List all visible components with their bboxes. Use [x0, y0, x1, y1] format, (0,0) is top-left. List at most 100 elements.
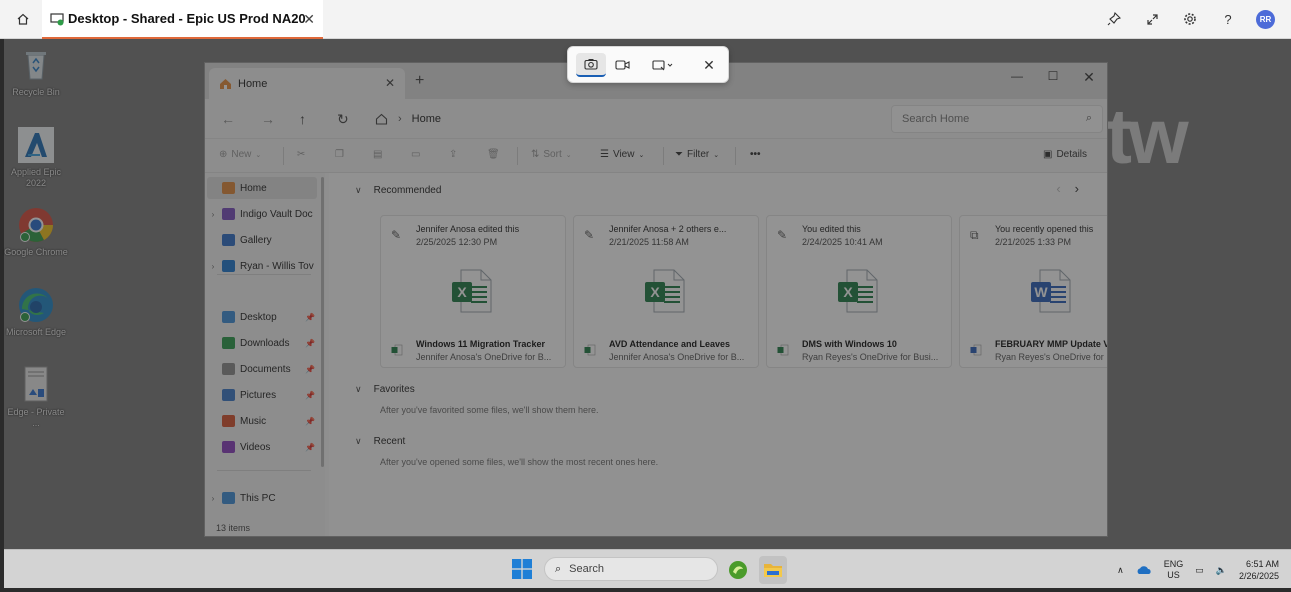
video-icon[interactable] — [608, 53, 636, 77]
taskbar: ⌕ Search ∧ ENG US ▭ 🔈 6:51 AM 2/26/2025 — [4, 549, 1291, 588]
search-input[interactable]: Search Home ⌕ — [891, 105, 1103, 133]
favorites-header[interactable]: ∨ Favorites — [355, 384, 415, 395]
desktop-icon-chrome[interactable]: Google Chrome — [4, 205, 68, 258]
rectangle-snip-icon[interactable] — [646, 53, 680, 77]
card-file-location: Ryan Reyes's OneDrive for Busi... — [802, 352, 939, 362]
details-button[interactable]: ▣ Details — [1043, 149, 1087, 160]
card-timestamp: 2/21/2025 11:58 AM — [609, 237, 689, 247]
volume-icon[interactable]: 🔈 — [1216, 565, 1227, 576]
sidebar-item-label: Pictures — [240, 389, 277, 401]
sidebar-item[interactable]: Videos 📌 — [207, 436, 317, 458]
tab-home[interactable]: Home ✕ — [209, 68, 405, 99]
onedrive-icon[interactable] — [1136, 565, 1152, 575]
host-home-icon[interactable] — [8, 6, 38, 32]
sidebar-item[interactable]: Desktop 📌 — [207, 306, 317, 328]
section-title: Recommended — [373, 185, 442, 196]
copy-icon[interactable]: ❐ — [335, 149, 344, 160]
help-icon[interactable]: ? — [1218, 9, 1238, 29]
more-options-button[interactable]: ••• — [750, 149, 761, 160]
sidebar-item[interactable]: › This PC — [207, 487, 317, 509]
network-icon[interactable]: ▭ — [1195, 565, 1204, 576]
view-button[interactable]: ☰ View ⌄ — [600, 149, 644, 160]
divider — [735, 147, 736, 165]
sidebar-item[interactable]: Home — [207, 177, 317, 199]
desktop-icon-applied-epic[interactable]: Applied Epic 2022 — [4, 125, 68, 189]
edge-private-icon — [16, 365, 56, 405]
word-file-icon: W — [1031, 269, 1071, 313]
recommended-header[interactable]: ∨ Recommended — [355, 185, 441, 196]
new-label: New — [231, 149, 252, 160]
recommended-file-card[interactable]: ✎ Jennifer Anosa + 2 others e... 2/21/2025… — [573, 215, 759, 368]
sidebar-item[interactable]: Pictures 📌 — [207, 384, 317, 406]
filter-button[interactable]: ⏷ Filter ⌄ — [675, 149, 719, 160]
remote-desktop-icon — [50, 12, 64, 25]
refresh-icon[interactable]: ↻ — [337, 111, 349, 128]
previous-icon[interactable]: ‹ — [1056, 181, 1060, 196]
nav-scrollbar[interactable] — [321, 177, 324, 467]
breadcrumb-item[interactable]: Home — [412, 113, 441, 125]
sort-button[interactable]: ⇅ Sort ⌄ — [531, 149, 572, 160]
close-tab-icon[interactable]: ✕ — [303, 12, 315, 26]
add-icon: ⊕ — [219, 149, 228, 160]
cut-icon[interactable]: ✂ — [297, 149, 305, 160]
paste-icon[interactable]: ▤ — [373, 149, 382, 160]
maximize-icon[interactable]: ☐ — [1043, 69, 1063, 83]
recent-header[interactable]: ∨ Recent — [355, 436, 405, 447]
back-icon[interactable]: ← — [221, 111, 235, 127]
sidebar-item[interactable]: Music 📌 — [207, 410, 317, 432]
carousel-arrows: ‹ › — [1056, 181, 1079, 196]
avatar[interactable]: RR — [1256, 9, 1275, 29]
pin-icon[interactable] — [1104, 9, 1124, 29]
file-explorer-window: Home ✕ + — ☐ ✕ ← → ↑ ↻ › Home Search Hom… — [204, 62, 1108, 537]
taskbar-file-explorer-icon[interactable] — [759, 556, 787, 584]
breadcrumb[interactable]: › Home — [375, 107, 875, 131]
close-tab-icon[interactable]: ✕ — [385, 76, 395, 90]
chevron-right-icon[interactable]: › — [207, 494, 219, 503]
search-icon: ⌕ — [1085, 112, 1092, 124]
view-label: View — [612, 149, 635, 160]
chevron-right-icon[interactable]: › — [207, 210, 219, 219]
taskbar-search[interactable]: ⌕ Search — [544, 557, 718, 581]
delete-icon[interactable]: 🗑 — [487, 149, 500, 160]
excel-file-icon: X — [645, 269, 685, 313]
recent-empty-note: After you've opened some files, we'll sh… — [380, 457, 659, 467]
share-icon[interactable]: ⇪ — [449, 149, 457, 160]
chevron-up-icon[interactable]: ∧ — [1117, 565, 1124, 576]
sidebar-item[interactable]: Downloads 📌 — [207, 332, 317, 354]
sidebar-item[interactable]: Gallery — [207, 229, 317, 251]
time-label: 6:51 AM — [1245, 559, 1279, 569]
desktop-icon-label: Recycle Bin — [12, 87, 60, 97]
host-session-tab[interactable]: Desktop - Shared - Epic US Prod NA20 ✕ — [42, 0, 323, 39]
minimize-icon[interactable]: — — [1007, 69, 1027, 83]
sidebar-item[interactable]: Documents 📌 — [207, 358, 317, 380]
language-indicator[interactable]: ENG US — [1164, 559, 1184, 581]
new-tab-icon[interactable]: + — [415, 72, 424, 90]
folder-icon — [222, 441, 235, 453]
desktop-icon-edge[interactable]: Microsoft Edge — [4, 285, 68, 338]
gear-icon[interactable] — [1180, 9, 1200, 29]
open-external-icon: ⧉ — [970, 228, 979, 242]
card-activity: Jennifer Anosa edited this — [416, 224, 520, 234]
recommended-file-card[interactable]: ✎ Jennifer Anosa edited this 2/25/2025 12:… — [380, 215, 566, 368]
rename-icon[interactable]: ▭ — [411, 149, 420, 160]
card-timestamp: 2/25/2025 12:30 PM — [416, 237, 498, 247]
close-icon[interactable]: ✕ — [696, 53, 722, 77]
expand-icon[interactable] — [1142, 9, 1162, 29]
forward-icon[interactable]: → — [261, 111, 275, 127]
excel-small-icon — [777, 344, 789, 356]
next-icon[interactable]: › — [1075, 181, 1079, 196]
recommended-file-card[interactable]: ⧉ You recently opened this 2/21/2025 1:33 … — [959, 215, 1107, 368]
close-window-icon[interactable]: ✕ — [1079, 69, 1099, 86]
windows-start-icon[interactable] — [512, 559, 532, 579]
recommended-file-card[interactable]: ✎ You edited this 2/24/2025 10:41 AM X DMS w… — [766, 215, 952, 368]
desktop-icon-edge-private[interactable]: Edge - Private ... — [4, 365, 68, 429]
chevron-right-icon[interactable]: › — [207, 262, 219, 271]
section-title: Favorites — [373, 384, 415, 395]
desktop-icon-recycle-bin[interactable]: Recycle Bin — [4, 45, 68, 98]
taskbar-app-green-icon[interactable] — [724, 556, 752, 584]
up-icon[interactable]: ↑ — [299, 111, 306, 127]
sidebar-item[interactable]: › Indigo Vault Doc — [207, 203, 317, 225]
camera-icon[interactable] — [576, 53, 606, 77]
clock[interactable]: 6:51 AM 2/26/2025 — [1239, 558, 1279, 582]
new-button[interactable]: ⊕ New ⌄ — [219, 149, 261, 160]
